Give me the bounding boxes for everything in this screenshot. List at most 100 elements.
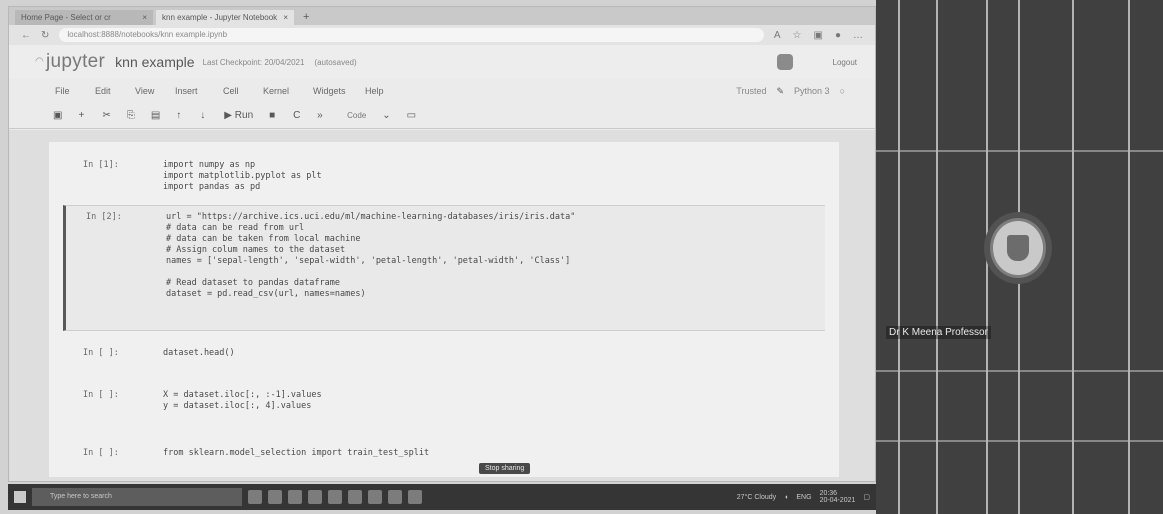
code-cell[interactable]: In [ ]: dataset.head() [63,342,825,372]
menu-file[interactable]: File [55,86,95,96]
explorer-icon[interactable] [288,490,302,504]
cell-code[interactable]: url = "https://archive.ics.uci.edu/ml/ma… [166,212,575,300]
presenter-name-label: Dr K Meena Professor [886,326,991,339]
browser-tab-home[interactable]: Home Page - Select or cr × [15,10,153,25]
store-icon[interactable] [328,490,342,504]
cell-prompt: In [2]: [86,212,122,222]
cell-type-select[interactable]: Code [347,111,366,120]
refresh-icon[interactable]: ↻ [41,30,49,41]
curtain-band [876,370,1163,372]
clock-time: 20:36 [819,490,838,497]
trusted-indicator[interactable]: Trusted [736,86,766,96]
kernel-name[interactable]: Python 3 [794,86,830,96]
menu-edit[interactable]: Edit [95,86,135,96]
address-bar: ← ↻ localhost:8888/notebooks/knn example… [9,25,875,45]
cell-prompt: In [ ]: [83,448,119,458]
curtain-stripe [936,0,938,514]
clock-date: 20-04-2021 [819,497,856,504]
browser-actions: A ☆ ▣ ● … [774,30,863,41]
taskbar-search[interactable]: Type here to search [32,488,242,506]
language-indicator[interactable]: ENG [796,494,811,501]
add-cell-icon[interactable]: + [78,110,86,121]
presenter-video-panel: Dr K Meena Professor [876,0,1163,514]
jupyter-logo[interactable]: ◠ jupyter [35,51,105,73]
paste-icon[interactable]: ▤ [151,110,160,121]
new-tab-button[interactable]: + [297,10,315,25]
url-field[interactable]: localhost:8888/notebooks/knn example.ipy… [59,28,764,42]
cell-code[interactable]: import numpy as np import matplotlib.pyp… [163,160,322,193]
kernel-idle-icon: ○ [839,86,845,96]
clock[interactable]: 20:36 20-04-2021 [820,490,856,504]
restart-icon[interactable]: C [293,110,301,121]
code-cell-selected[interactable]: In [2]: url = "https://archive.ics.uci.e… [63,205,825,331]
jupyter-logo-text: jupyter [46,51,106,72]
save-icon[interactable]: ▣ [53,110,62,121]
translate-icon[interactable]: A [774,30,781,41]
browser-tab-notebook[interactable]: knn example - Jupyter Notebook × [156,10,294,25]
close-icon[interactable]: × [142,10,147,25]
code-cell[interactable]: In [ ]: X = dataset.iloc[:, :-1].values … [63,384,825,426]
favorite-icon[interactable]: ☆ [793,30,802,41]
menu-widgets[interactable]: Widgets [313,86,365,96]
jupyter-header: ◠ jupyter knn example Last Checkpoint: 20… [9,45,875,79]
cell-code[interactable]: dataset.head() [163,348,235,359]
curtain-stripe [986,0,988,514]
cell-code[interactable]: from sklearn.model_selection import trai… [163,448,429,459]
cortana-icon[interactable] [248,490,262,504]
curtain-stripe [1128,0,1130,514]
tab-bar: Home Page - Select or cr × knn example -… [9,7,875,25]
kernel-status-area: Trusted ✎ Python 3 ○ [736,86,845,97]
cell-code[interactable]: X = dataset.iloc[:, :-1].values y = data… [163,390,322,412]
cut-icon[interactable]: ✂ [102,110,110,121]
notifications-icon[interactable]: ▢ [863,493,870,501]
logout-button[interactable]: Logout [833,58,857,67]
code-cell[interactable]: In [1]: import numpy as np import matplo… [63,154,825,200]
screen-share-bar[interactable]: Stop sharing [479,463,531,474]
edge-icon[interactable] [308,490,322,504]
system-tray: 27°C Cloudy ◖ ENG 20:36 20-04-2021 ▢ [737,490,870,504]
profile-icon[interactable]: ● [835,30,841,41]
app-icon[interactable] [408,490,422,504]
browser-window: Home Page - Select or cr × knn example -… [8,6,876,482]
tab-label: knn example - Jupyter Notebook [162,13,278,22]
notebook-page: In [1]: import numpy as np import matplo… [49,142,839,477]
run-button[interactable]: ▶ Run [224,110,253,121]
meet-icon[interactable] [388,490,402,504]
menu-kernel[interactable]: Kernel [263,86,313,96]
checkpoint-status: Last Checkpoint: 20/04/2021 [202,57,305,67]
jupyter-toolbar: ▣ + ✂ ⎘ ▤ ↑ ↓ ▶ Run ■ C » Code ⌄ ▭ [9,103,875,129]
institution-emblem [990,218,1046,278]
code-cell[interactable]: In [ ]: from sklearn.model_selection imp… [63,442,825,472]
menu-view[interactable]: View [135,86,175,96]
menu-help[interactable]: Help [365,86,405,96]
close-icon[interactable]: × [283,10,288,25]
start-icon[interactable] [14,491,26,503]
menu-cell[interactable]: Cell [223,86,263,96]
menu-insert[interactable]: Insert [175,86,223,96]
curtain-band [876,150,1163,152]
chevron-down-icon[interactable]: ⌄ [382,110,390,121]
chrome-icon[interactable] [368,490,382,504]
cell-prompt: In [ ]: [83,390,119,400]
curtain-stripe [1072,0,1074,514]
keyboard-icon[interactable]: ▭ [407,110,416,121]
cell-prompt: In [ ]: [83,348,119,358]
edit-pencil-icon[interactable]: ✎ [776,86,784,97]
notebook-name[interactable]: knn example [115,54,194,70]
fast-forward-icon[interactable]: » [317,110,325,121]
menu-icon[interactable]: … [853,30,863,41]
volume-icon[interactable]: ◖ [784,494,788,501]
task-view-icon[interactable] [268,490,282,504]
mail-icon[interactable] [348,490,362,504]
collections-icon[interactable]: ▣ [814,30,823,41]
curtain-band [876,440,1163,442]
python-logo-icon [776,54,793,70]
jupyter-menubar: File Edit View Insert Cell Kernel Widget… [9,79,875,103]
move-down-icon[interactable]: ↓ [200,110,208,121]
back-icon[interactable]: ← [21,30,31,41]
copy-icon[interactable]: ⎘ [127,110,135,121]
move-up-icon[interactable]: ↑ [176,110,184,121]
run-label: Run [234,110,254,121]
weather-widget[interactable]: 27°C Cloudy [737,494,776,501]
stop-icon[interactable]: ■ [269,110,277,121]
